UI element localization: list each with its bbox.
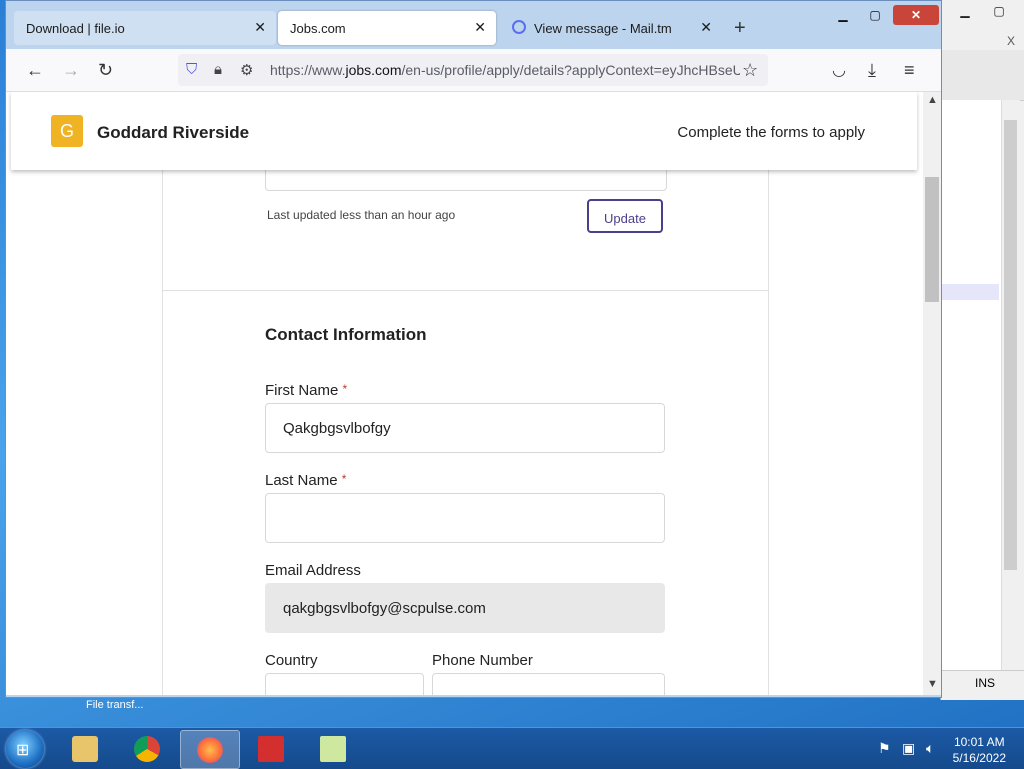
taskbar-notepad[interactable]: [304, 730, 362, 767]
permissions-icon[interactable]: ⚙︎: [240, 61, 253, 79]
required-marker: *: [341, 472, 347, 486]
restore-icon[interactable]: ▢: [985, 2, 1013, 20]
first-name-label: First Name *: [265, 382, 348, 399]
bookmark-star-icon[interactable]: ☆: [742, 60, 758, 81]
background-editor-window[interactable]: ▁ ▢ X INS: [940, 0, 1024, 700]
minimize-button[interactable]: ▁: [827, 5, 859, 25]
page-scroll-thumb[interactable]: [925, 177, 939, 302]
taskbar-firefox[interactable]: [180, 730, 240, 769]
network-icon[interactable]: ▣: [902, 740, 915, 757]
background-close-label[interactable]: X: [1007, 34, 1015, 48]
taskbar-explorer[interactable]: [56, 730, 114, 767]
apply-instruction: Complete the forms to apply: [677, 124, 865, 141]
country-select[interactable]: [265, 673, 424, 695]
page-content: G Goddard Riverside Complete the forms t…: [6, 92, 923, 695]
last-updated-text: Last updated less than an hour ago: [267, 208, 456, 222]
tab-jobs-com[interactable]: Jobs.com ✕: [278, 11, 496, 45]
navigation-bar: ← → ↻ ⛉ 🔒︎ ⚙︎ https://www.jobs.com/en-us…: [6, 49, 941, 92]
background-scrollbar[interactable]: [1001, 100, 1020, 670]
minimize-icon[interactable]: ▁: [951, 2, 979, 20]
background-editor-area[interactable]: [941, 100, 1001, 670]
contact-section-title: Contact Information: [265, 325, 427, 344]
tab-file-io[interactable]: Download | file.io ✕: [14, 11, 276, 45]
scroll-down-icon[interactable]: ▼: [927, 678, 938, 690]
folder-icon: [72, 736, 98, 762]
tab-mail-tm[interactable]: View message - Mail.tm ✕: [502, 11, 722, 45]
taskbar-app-red[interactable]: [242, 730, 300, 767]
taskbar: ⊞ ⚑ ▣ 🔈︎ 10:01 AM 5/16/2022: [0, 727, 1024, 769]
insert-mode-indicator: INS: [975, 676, 996, 690]
close-tab-icon[interactable]: ✕: [700, 19, 712, 36]
pocket-icon[interactable]: ◡: [832, 60, 846, 80]
system-tray: ⚑ ▣ 🔈︎ 10:01 AM 5/16/2022: [864, 728, 1024, 769]
maximize-button[interactable]: ▢: [859, 5, 891, 25]
close-tab-icon[interactable]: ✕: [254, 19, 266, 36]
company-logo: G: [51, 115, 83, 147]
browser-window: Download | file.io ✕ Jobs.com ✕ View mes…: [5, 0, 942, 698]
clock[interactable]: 10:01 AM 5/16/2022: [953, 734, 1006, 766]
close-window-button[interactable]: ✕: [893, 5, 939, 25]
background-statusbar: INS: [941, 670, 1024, 697]
update-button[interactable]: Update: [587, 199, 663, 233]
email-field: qakgbgsvlbofgy@scpulse.com: [265, 583, 665, 633]
tab-label: View message - Mail.tm: [534, 21, 672, 36]
url-text[interactable]: https://www.jobs.com/en-us/profile/apply…: [270, 62, 740, 78]
notepad-icon: [320, 736, 346, 762]
url-bar[interactable]: ⛉ 🔒︎ ⚙︎ https://www.jobs.com/en-us/profi…: [178, 54, 768, 86]
background-scroll-thumb[interactable]: [1004, 120, 1017, 570]
close-tab-icon[interactable]: ✕: [474, 19, 486, 36]
menu-icon[interactable]: ≡: [904, 60, 915, 81]
first-name-field[interactable]: Qakgbgsvlbofgy: [265, 403, 665, 453]
lock-icon[interactable]: 🔒︎: [214, 61, 222, 78]
tab-label: Jobs.com: [290, 21, 346, 36]
flag-alert-icon[interactable]: ⚑: [878, 740, 891, 757]
start-button[interactable]: ⊞: [6, 730, 44, 768]
new-tab-button[interactable]: +: [734, 17, 746, 40]
country-label: Country: [265, 652, 318, 669]
current-line-highlight: [941, 284, 999, 300]
mail-at-icon: [512, 20, 526, 34]
background-toolbar: [941, 50, 1024, 101]
download-icon[interactable]: ⤓: [868, 60, 876, 81]
background-window-titlebar: ▁ ▢ X: [941, 0, 1024, 50]
required-marker: *: [342, 382, 348, 396]
section-divider: [163, 290, 768, 291]
site-header: G Goddard Riverside Complete the forms t…: [11, 92, 917, 170]
forward-arrow-icon[interactable]: →: [62, 60, 80, 81]
company-name: Goddard Riverside: [97, 123, 250, 142]
back-arrow-icon[interactable]: ←: [26, 60, 44, 81]
windows-logo-icon: ⊞: [16, 742, 30, 759]
clock-date: 5/16/2022: [952, 751, 1006, 765]
last-name-field[interactable]: [265, 493, 665, 543]
last-name-label: Last Name *: [265, 472, 347, 489]
reload-icon[interactable]: ↻: [98, 60, 113, 81]
scroll-up-icon[interactable]: ▲: [927, 94, 938, 106]
page-scrollbar[interactable]: ▲ ▼: [923, 92, 941, 695]
clock-time: 10:01 AM: [953, 735, 1005, 749]
app-window-icon: [258, 736, 284, 762]
file-transfer-notification[interactable]: File transf...: [86, 699, 143, 711]
first-name-value: Qakgbgsvlbofgy: [283, 420, 391, 437]
application-form-card: Last updated less than an hour ago Updat…: [162, 160, 769, 695]
phone-number-field[interactable]: [432, 673, 665, 695]
volume-muted-icon[interactable]: 🔈︎: [926, 740, 934, 757]
tab-label: Download | file.io: [26, 21, 125, 36]
taskbar-chrome[interactable]: [118, 730, 176, 767]
chrome-icon: [134, 736, 160, 762]
phone-label: Phone Number: [432, 652, 533, 669]
email-label: Email Address: [265, 562, 361, 579]
tracking-shield-icon[interactable]: ⛉: [186, 61, 197, 78]
email-value: qakgbgsvlbofgy@scpulse.com: [283, 600, 486, 617]
firefox-icon: [197, 737, 223, 763]
tab-bar: Download | file.io ✕ Jobs.com ✕ View mes…: [6, 1, 941, 49]
